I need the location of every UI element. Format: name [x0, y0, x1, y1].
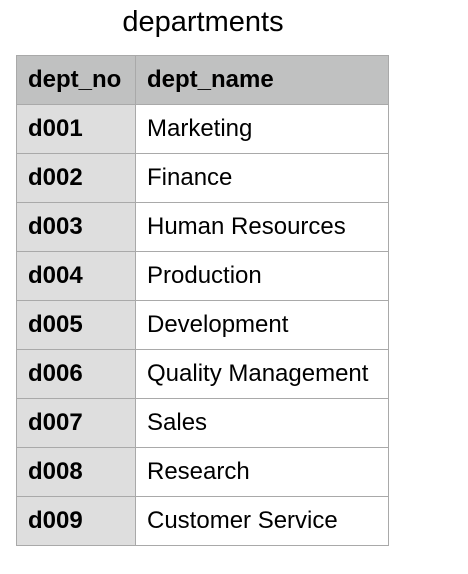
column-header-dept-name: dept_name — [135, 55, 389, 105]
dept-name-cell: Sales — [135, 398, 389, 448]
table-row: d006 Quality Management — [16, 349, 389, 399]
dept-no-cell: d005 — [16, 300, 136, 350]
table-row: d002 Finance — [16, 153, 389, 203]
dept-no-cell: d007 — [16, 398, 136, 448]
dept-name-cell: Research — [135, 447, 389, 497]
dept-name-cell: Customer Service — [135, 496, 389, 546]
table-row: d008 Research — [16, 447, 389, 497]
dept-no-cell: d006 — [16, 349, 136, 399]
dept-name-cell: Production — [135, 251, 389, 301]
dept-name-cell: Development — [135, 300, 389, 350]
dept-no-cell: d008 — [16, 447, 136, 497]
dept-name-cell: Human Resources — [135, 202, 389, 252]
column-header-dept-no: dept_no — [16, 55, 136, 105]
table-row: d005 Development — [16, 300, 389, 350]
dept-no-cell: d001 — [16, 104, 136, 154]
dept-no-cell: d002 — [16, 153, 136, 203]
dept-no-cell: d003 — [16, 202, 136, 252]
dept-name-cell: Finance — [135, 153, 389, 203]
table-title: departments — [122, 6, 284, 38]
dept-name-cell: Marketing — [135, 104, 389, 154]
departments-table: dept_no dept_name d001 Marketing d002 Fi… — [16, 55, 389, 546]
table-row: d007 Sales — [16, 398, 389, 448]
table-row: d009 Customer Service — [16, 496, 389, 546]
dept-no-cell: d004 — [16, 251, 136, 301]
header-row: dept_no dept_name — [16, 55, 389, 105]
dept-name-cell: Quality Management — [135, 349, 389, 399]
dept-no-cell: d009 — [16, 496, 136, 546]
table-row: d004 Production — [16, 251, 389, 301]
table-body: d001 Marketing d002 Finance d003 Human R… — [16, 104, 389, 546]
table-header: dept_no dept_name — [16, 55, 389, 105]
table-row: d003 Human Resources — [16, 202, 389, 252]
table-row: d001 Marketing — [16, 104, 389, 154]
